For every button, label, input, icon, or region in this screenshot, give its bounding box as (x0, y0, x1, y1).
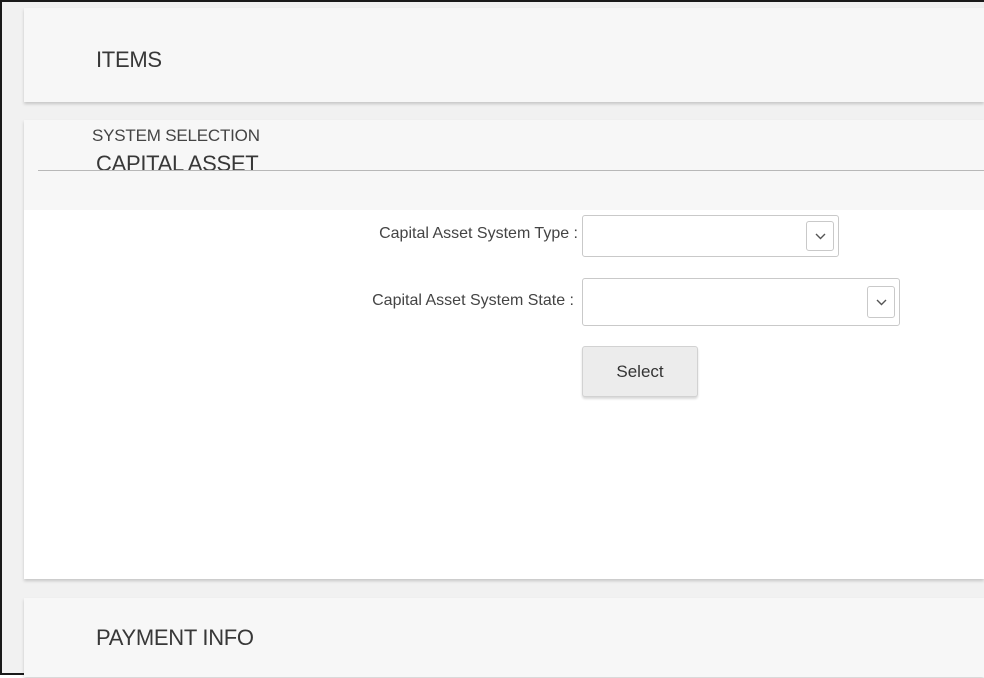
system-type-label: Capital Asset System Type : (379, 225, 578, 242)
payment-info-panel: PAYMENT INFO (24, 598, 984, 677)
system-type-dropdown-button[interactable] (806, 221, 834, 251)
capital-asset-panel: CAPITAL ASSET (24, 120, 984, 579)
system-state-dropdown-button[interactable] (867, 286, 895, 318)
capital-asset-panel-title: CAPITAL ASSET (96, 151, 259, 176)
system-selection-divider (38, 170, 984, 171)
system-selection-title: SYSTEM SELECTION (92, 126, 260, 145)
chevron-down-icon (876, 299, 887, 306)
items-panel: ITEMS (24, 8, 984, 102)
items-panel-title: ITEMS (96, 47, 162, 72)
system-state-select[interactable] (582, 278, 900, 326)
page-frame: ITEMS CAPITAL ASSET SYSTEM SELECTION Cap… (0, 0, 984, 677)
payment-info-panel-title: PAYMENT INFO (96, 625, 254, 650)
payment-info-panel-header[interactable]: PAYMENT INFO (24, 598, 984, 677)
system-state-label: Capital Asset System State : (372, 292, 574, 309)
system-type-select[interactable] (582, 215, 839, 257)
select-button[interactable]: Select (582, 346, 698, 397)
chevron-down-icon (815, 233, 826, 240)
items-panel-header[interactable]: ITEMS (24, 8, 984, 102)
